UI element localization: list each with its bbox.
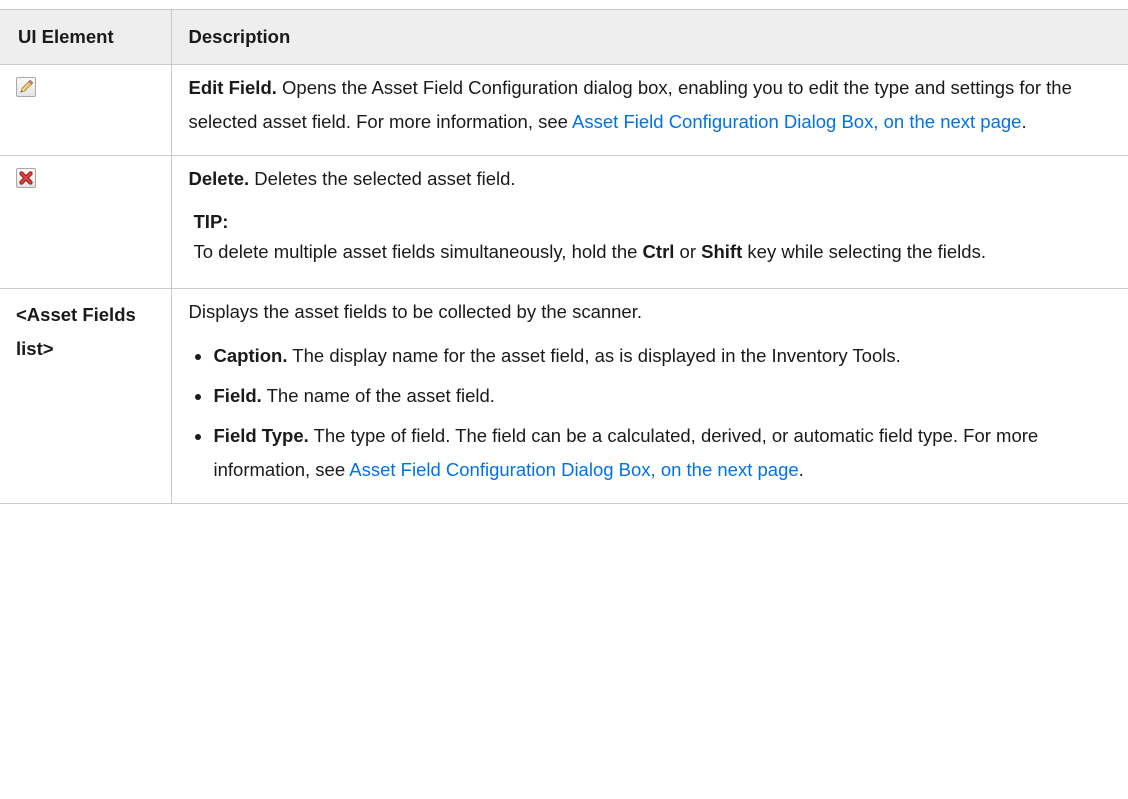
- tip-text-pre: To delete multiple asset fields simultan…: [193, 241, 643, 262]
- edit-field-icon-cell: [0, 64, 172, 156]
- pencil-edit-icon: [16, 77, 36, 97]
- tip-box: TIP: To delete multiple asset fields sim…: [194, 208, 1125, 268]
- shift-key: Shift: [701, 241, 743, 262]
- ctrl-key: Ctrl: [642, 241, 675, 262]
- caption-text: The display name for the asset field, as…: [287, 345, 901, 366]
- edit-field-title: Edit Field.: [188, 77, 277, 98]
- ui-element-table: UI Element Description Edit Field. Opens…: [0, 9, 1128, 504]
- asset-fields-list-cell: <Asset Fields list>: [0, 288, 172, 504]
- asset-fields-list-description: Displays the asset fields to be collecte…: [170, 288, 1128, 504]
- tip-text: To delete multiple asset fields simultan…: [194, 236, 1125, 268]
- edit-field-period: .: [1021, 111, 1027, 132]
- edit-field-description: Edit Field. Opens the Asset Field Config…: [170, 64, 1128, 156]
- field-text: The name of the asset field.: [261, 385, 495, 406]
- delete-title: Delete.: [188, 168, 250, 189]
- list-item-caption: Caption. The display name for the asset …: [194, 333, 1125, 373]
- list-item-field: Field. The name of the asset field.: [194, 373, 1125, 413]
- header-ui-element: UI Element: [0, 9, 172, 65]
- asset-fields-list-label: <Asset Fields list>: [16, 304, 136, 359]
- field-type-period: .: [798, 459, 804, 480]
- asset-fields-intro: Displays the asset fields to be collecte…: [188, 301, 643, 322]
- tip-text-post: key while selecting the fields.: [742, 241, 986, 262]
- list-item-field-type: Field Type. The type of field. The field…: [194, 413, 1125, 487]
- tip-or: or: [674, 241, 702, 262]
- field-title: Field.: [213, 385, 262, 406]
- field-type-title: Field Type.: [213, 425, 309, 446]
- table-row-delete: Delete. Deletes the selected asset field…: [0, 155, 1128, 289]
- delete-icon-cell: [0, 155, 172, 289]
- asset-fields-bullets: Caption. The display name for the asset …: [189, 333, 1125, 487]
- caption-title: Caption.: [213, 345, 288, 366]
- asset-field-config-link-2[interactable]: Asset Field Configuration Dialog Box, on…: [349, 459, 798, 480]
- table-header-row: UI Element Description: [0, 9, 1128, 65]
- tip-label: TIP:: [193, 211, 229, 232]
- delete-text: Deletes the selected asset field.: [249, 168, 516, 189]
- delete-description: Delete. Deletes the selected asset field…: [170, 155, 1128, 289]
- red-x-delete-icon: [16, 168, 36, 188]
- table-row-asset-fields-list: <Asset Fields list> Displays the asset f…: [0, 288, 1128, 504]
- table-row-edit-field: Edit Field. Opens the Asset Field Config…: [0, 64, 1128, 156]
- header-description: Description: [170, 9, 1128, 65]
- asset-field-config-link[interactable]: Asset Field Configuration Dialog Box, on…: [572, 111, 1021, 132]
